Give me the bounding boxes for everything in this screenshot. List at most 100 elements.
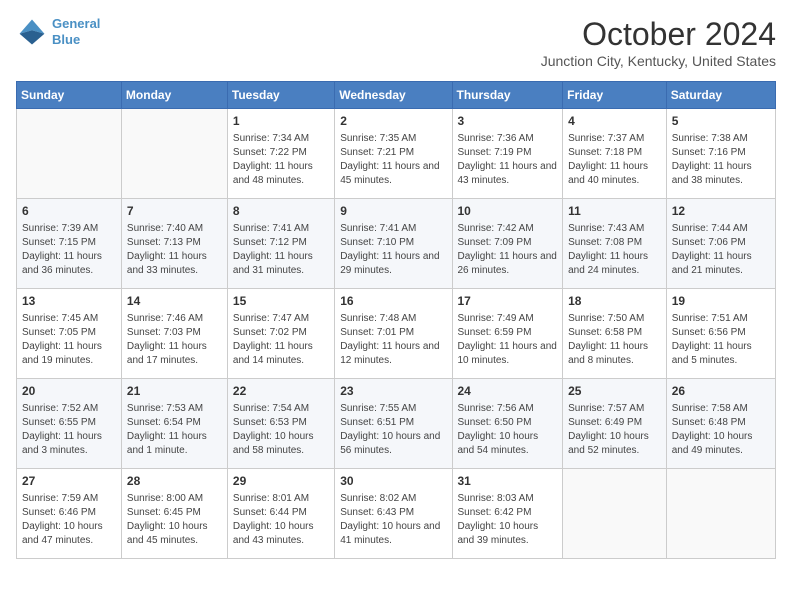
day-number: 11 [568, 203, 661, 220]
calendar-cell: 29Sunrise: 8:01 AMSunset: 6:44 PMDayligh… [227, 469, 334, 559]
day-info: Sunrise: 7:42 AMSunset: 7:09 PMDaylight:… [458, 222, 558, 278]
logo-line2: Blue [52, 32, 80, 47]
day-info: Sunrise: 8:02 AMSunset: 6:43 PMDaylight:… [340, 492, 446, 548]
day-number: 24 [458, 383, 558, 400]
day-number: 22 [233, 383, 329, 400]
day-number: 31 [458, 473, 558, 490]
calendar-cell: 15Sunrise: 7:47 AMSunset: 7:02 PMDayligh… [227, 289, 334, 379]
day-header-saturday: Saturday [666, 82, 775, 109]
calendar-cell: 14 Sunrise: 7:46 AMSunset: 7:03 PMDayligh… [121, 289, 227, 379]
day-number: 3 [458, 113, 558, 130]
day-number: 29 [233, 473, 329, 490]
day-number: 21 [127, 383, 222, 400]
day-number: 26 [672, 383, 770, 400]
calendar-cell: 8 Sunrise: 7:41 AMSunset: 7:12 PMDaylight… [227, 199, 334, 289]
calendar-cell: 2Sunrise: 7:35 AMSunset: 7:21 PMDaylight… [335, 109, 452, 199]
day-header-wednesday: Wednesday [335, 82, 452, 109]
day-number: 30 [340, 473, 446, 490]
day-number: 6 [22, 203, 116, 220]
day-info: Sunrise: 7:57 AMSunset: 6:49 PMDaylight:… [568, 402, 661, 458]
day-info: Sunrise: 7:58 AMSunset: 6:48 PMDaylight:… [672, 402, 770, 458]
calendar-cell: 3 Sunrise: 7:36 AMSunset: 7:19 PMDaylight… [452, 109, 563, 199]
day-number: 27 [22, 473, 116, 490]
day-number: 8 [233, 203, 329, 220]
day-info: Sunrise: 7:43 AMSunset: 7:08 PMDaylight:… [568, 222, 661, 278]
day-info: Sunrise: 7:46 AMSunset: 7:03 PMDaylight:… [127, 312, 222, 368]
day-info: Sunrise: 7:41 AMSunset: 7:10 PMDaylight:… [340, 222, 446, 278]
calendar-week-row: 13Sunrise: 7:45 AMSunset: 7:05 PMDayligh… [17, 289, 776, 379]
calendar-cell: 4 Sunrise: 7:37 AMSunset: 7:18 PMDaylight… [563, 109, 667, 199]
calendar-cell: 18Sunrise: 7:50 AMSunset: 6:58 PMDayligh… [563, 289, 667, 379]
day-info: Sunrise: 7:37 AMSunset: 7:18 PMDaylight:… [568, 132, 661, 188]
day-info: Sunrise: 7:55 AMSunset: 6:51 PMDaylight:… [340, 402, 446, 458]
day-info: Sunrise: 7:48 AMSunset: 7:01 PMDaylight:… [340, 312, 446, 368]
day-number: 13 [22, 293, 116, 310]
day-number: 9 [340, 203, 446, 220]
calendar-cell: 6 Sunrise: 7:39 AMSunset: 7:15 PMDaylight… [17, 199, 122, 289]
day-header-monday: Monday [121, 82, 227, 109]
calendar-header-row: SundayMondayTuesdayWednesdayThursdayFrid… [17, 82, 776, 109]
day-info: Sunrise: 7:47 AMSunset: 7:02 PMDaylight:… [233, 312, 329, 368]
logo-icon [16, 16, 48, 48]
day-info: Sunrise: 7:38 AMSunset: 7:16 PMDaylight:… [672, 132, 770, 188]
day-number: 16 [340, 293, 446, 310]
day-info: Sunrise: 8:03 AMSunset: 6:42 PMDaylight:… [458, 492, 558, 548]
day-header-tuesday: Tuesday [227, 82, 334, 109]
day-info: Sunrise: 7:52 AMSunset: 6:55 PMDaylight:… [22, 402, 116, 458]
day-info: Sunrise: 7:50 AMSunset: 6:58 PMDaylight:… [568, 312, 661, 368]
calendar-cell: 1 Sunrise: 7:34 AMSunset: 7:22 PMDaylight… [227, 109, 334, 199]
calendar-cell: 24 Sunrise: 7:56 AMSunset: 6:50 PMDayligh… [452, 379, 563, 469]
calendar-cell [121, 109, 227, 199]
day-info: Sunrise: 7:53 AMSunset: 6:54 PMDaylight:… [127, 402, 222, 458]
day-info: Sunrise: 7:59 AMSunset: 6:46 PMDaylight:… [22, 492, 116, 548]
calendar-body: 1 Sunrise: 7:34 AMSunset: 7:22 PMDaylight… [17, 109, 776, 559]
day-number: 4 [568, 113, 661, 130]
day-number: 25 [568, 383, 661, 400]
calendar-cell: 20 Sunrise: 7:52 AMSunset: 6:55 PMDayligh… [17, 379, 122, 469]
day-number: 17 [458, 293, 558, 310]
logo-line1: General [52, 16, 100, 31]
day-number: 2 [340, 113, 446, 130]
day-info: Sunrise: 7:56 AMSunset: 6:50 PMDaylight:… [458, 402, 558, 458]
logo: General Blue [16, 16, 100, 48]
calendar-week-row: 6 Sunrise: 7:39 AMSunset: 7:15 PMDaylight… [17, 199, 776, 289]
day-info: Sunrise: 8:00 AMSunset: 6:45 PMDaylight:… [127, 492, 222, 548]
calendar-cell: 5 Sunrise: 7:38 AMSunset: 7:16 PMDaylight… [666, 109, 775, 199]
day-number: 14 [127, 293, 222, 310]
calendar-cell: 11 Sunrise: 7:43 AMSunset: 7:08 PMDayligh… [563, 199, 667, 289]
title-block: October 2024 Junction City, Kentucky, Un… [541, 16, 776, 69]
calendar-cell: 28 Sunrise: 8:00 AMSunset: 6:45 PMDayligh… [121, 469, 227, 559]
calendar-table: SundayMondayTuesdayWednesdayThursdayFrid… [16, 81, 776, 559]
calendar-cell: 7Sunrise: 7:40 AMSunset: 7:13 PMDaylight… [121, 199, 227, 289]
day-number: 19 [672, 293, 770, 310]
calendar-cell: 25 Sunrise: 7:57 AMSunset: 6:49 PMDayligh… [563, 379, 667, 469]
calendar-week-row: 20 Sunrise: 7:52 AMSunset: 6:55 PMDayligh… [17, 379, 776, 469]
day-number: 23 [340, 383, 446, 400]
calendar-week-row: 27 Sunrise: 7:59 AMSunset: 6:46 PMDayligh… [17, 469, 776, 559]
calendar-cell: 12 Sunrise: 7:44 AMSunset: 7:06 PMDayligh… [666, 199, 775, 289]
calendar-cell: 21 Sunrise: 7:53 AMSunset: 6:54 PMDayligh… [121, 379, 227, 469]
day-info: Sunrise: 7:36 AMSunset: 7:19 PMDaylight:… [458, 132, 558, 188]
day-info: Sunrise: 7:34 AMSunset: 7:22 PMDaylight:… [233, 132, 329, 188]
calendar-cell: 16 Sunrise: 7:48 AMSunset: 7:01 PMDayligh… [335, 289, 452, 379]
calendar-cell: 19Sunrise: 7:51 AMSunset: 6:56 PMDayligh… [666, 289, 775, 379]
day-number: 20 [22, 383, 116, 400]
day-number: 1 [233, 113, 329, 130]
day-number: 5 [672, 113, 770, 130]
day-number: 12 [672, 203, 770, 220]
day-header-sunday: Sunday [17, 82, 122, 109]
day-header-friday: Friday [563, 82, 667, 109]
calendar-cell: 26 Sunrise: 7:58 AMSunset: 6:48 PMDayligh… [666, 379, 775, 469]
calendar-cell: 9 Sunrise: 7:41 AMSunset: 7:10 PMDaylight… [335, 199, 452, 289]
day-info: Sunrise: 7:40 AMSunset: 7:13 PMDaylight:… [127, 222, 222, 278]
calendar-cell: 10Sunrise: 7:42 AMSunset: 7:09 PMDayligh… [452, 199, 563, 289]
day-number: 28 [127, 473, 222, 490]
calendar-week-row: 1 Sunrise: 7:34 AMSunset: 7:22 PMDaylight… [17, 109, 776, 199]
logo-text: General Blue [52, 16, 100, 47]
day-info: Sunrise: 7:49 AMSunset: 6:59 PMDaylight:… [458, 312, 558, 368]
day-info: Sunrise: 7:39 AMSunset: 7:15 PMDaylight:… [22, 222, 116, 278]
day-info: Sunrise: 7:41 AMSunset: 7:12 PMDaylight:… [233, 222, 329, 278]
calendar-cell: 17 Sunrise: 7:49 AMSunset: 6:59 PMDayligh… [452, 289, 563, 379]
day-info: Sunrise: 7:44 AMSunset: 7:06 PMDaylight:… [672, 222, 770, 278]
calendar-cell [666, 469, 775, 559]
